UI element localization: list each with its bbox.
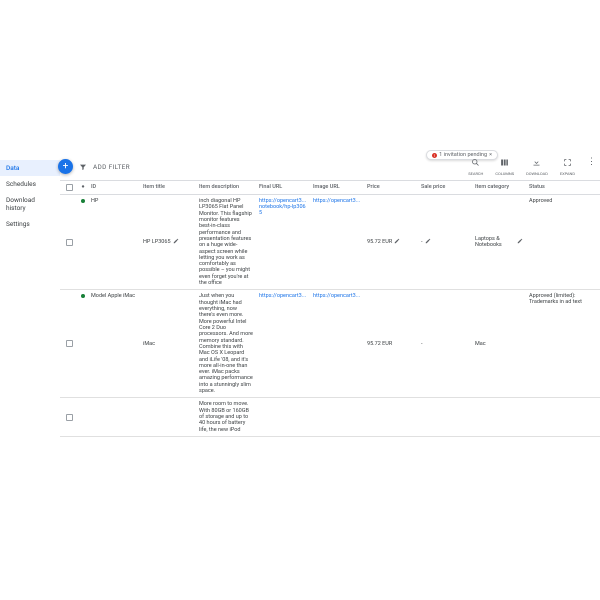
edit-icon[interactable] (517, 238, 523, 246)
toolbar: + ADD FILTER (58, 159, 130, 174)
cell-image-url[interactable]: https://opencart3... (310, 195, 364, 289)
table-row[interactable]: HPHP LP3065inch diagonal HP LP3065 Flat … (60, 195, 600, 290)
search-button[interactable]: SEARCH (468, 158, 483, 176)
row-checkbox[interactable] (66, 340, 73, 347)
cell-description: More room to move. With 80GB or 160GB of… (196, 398, 256, 436)
cell-sale-price: - (418, 195, 472, 289)
col-final-url[interactable]: Final URL (256, 181, 310, 194)
search-icon (471, 158, 480, 170)
cell-status (526, 398, 600, 436)
edit-icon[interactable] (173, 238, 179, 246)
col-item-category[interactable]: Item category (472, 181, 526, 194)
table-row[interactable]: More room to move. With 80GB or 160GB of… (60, 398, 600, 437)
cell-id (88, 398, 140, 436)
cell-status: Approved (526, 195, 600, 289)
status-indicator-icon (81, 199, 85, 203)
cell-final-url[interactable]: https://opencart3... notebook/hp-lp3065 (256, 195, 310, 289)
cell-id: Model Apple iMac (88, 290, 140, 397)
col-sale-price[interactable]: Sale price (418, 181, 472, 194)
cell-price: 95.72 EUR (364, 290, 418, 397)
cell-category: Laptops & Notebooks (472, 195, 526, 289)
sidebar-item-settings[interactable]: Settings (0, 216, 60, 232)
cell-description: inch diagonal HP LP3065 Flat Panel Monit… (196, 195, 256, 289)
table-header: ● ID Item title Item description Final U… (60, 180, 600, 195)
columns-icon (500, 158, 509, 170)
col-price[interactable]: Price (364, 181, 418, 194)
cell-status: Approved (limited): Trademarks in ad tex… (526, 290, 600, 397)
cell-final-url[interactable] (256, 398, 310, 436)
row-checkbox[interactable] (66, 239, 73, 246)
cell-id: HP (88, 195, 140, 289)
cell-title (140, 398, 196, 436)
cell-sale-price (418, 398, 472, 436)
filter-icon[interactable] (79, 163, 87, 171)
cell-category: Mac (472, 290, 526, 397)
add-filter-button[interactable]: ADD FILTER (93, 163, 130, 171)
expand-icon (563, 158, 572, 170)
status-indicator-icon (81, 294, 85, 298)
more-vert-icon: ⋮ (587, 158, 596, 167)
download-icon (532, 158, 541, 170)
edit-icon[interactable] (425, 238, 431, 246)
col-item-title[interactable]: Item title (140, 181, 196, 194)
expand-button[interactable]: EXPAND (560, 158, 575, 176)
sidebar: Data Schedules Download history Settings (0, 160, 60, 232)
download-button[interactable]: DOWNLOAD (526, 158, 548, 176)
cell-title: HP LP3065 (140, 195, 196, 289)
sidebar-item-data[interactable]: Data (0, 160, 60, 176)
row-checkbox[interactable] (66, 414, 73, 421)
col-status[interactable]: Status (526, 181, 600, 194)
col-image-url[interactable]: Image URL (310, 181, 364, 194)
col-id[interactable]: ID (88, 181, 140, 194)
add-button[interactable]: + (58, 159, 73, 174)
right-tools: SEARCH COLUMNS DOWNLOAD EXPAND ⋮ (468, 158, 596, 176)
cell-price: 95.72 EUR (364, 195, 418, 289)
select-all-checkbox[interactable] (66, 184, 73, 191)
status-dot-header: ● (78, 181, 88, 194)
columns-button[interactable]: COLUMNS (495, 158, 514, 176)
cell-price (364, 398, 418, 436)
sidebar-item-schedules[interactable]: Schedules (0, 176, 60, 192)
cell-category (472, 398, 526, 436)
more-button[interactable]: ⋮ (587, 158, 596, 167)
cell-final-url[interactable]: https://opencart3... (256, 290, 310, 397)
data-table: ● ID Item title Item description Final U… (60, 180, 600, 600)
sidebar-item-download-history[interactable]: Download history (0, 192, 60, 216)
cell-sale-price: - (418, 290, 472, 397)
col-item-description[interactable]: Item description (196, 181, 256, 194)
cell-image-url[interactable]: https://opencart3... (310, 290, 364, 397)
alert-icon: 1 (432, 153, 437, 158)
cell-description: Just when you thought iMac had everythin… (196, 290, 256, 397)
cell-image-url[interactable] (310, 398, 364, 436)
cell-title: iMac (140, 290, 196, 397)
table-row[interactable]: Model Apple iMaciMacJust when you though… (60, 290, 600, 398)
edit-icon[interactable] (394, 238, 400, 246)
